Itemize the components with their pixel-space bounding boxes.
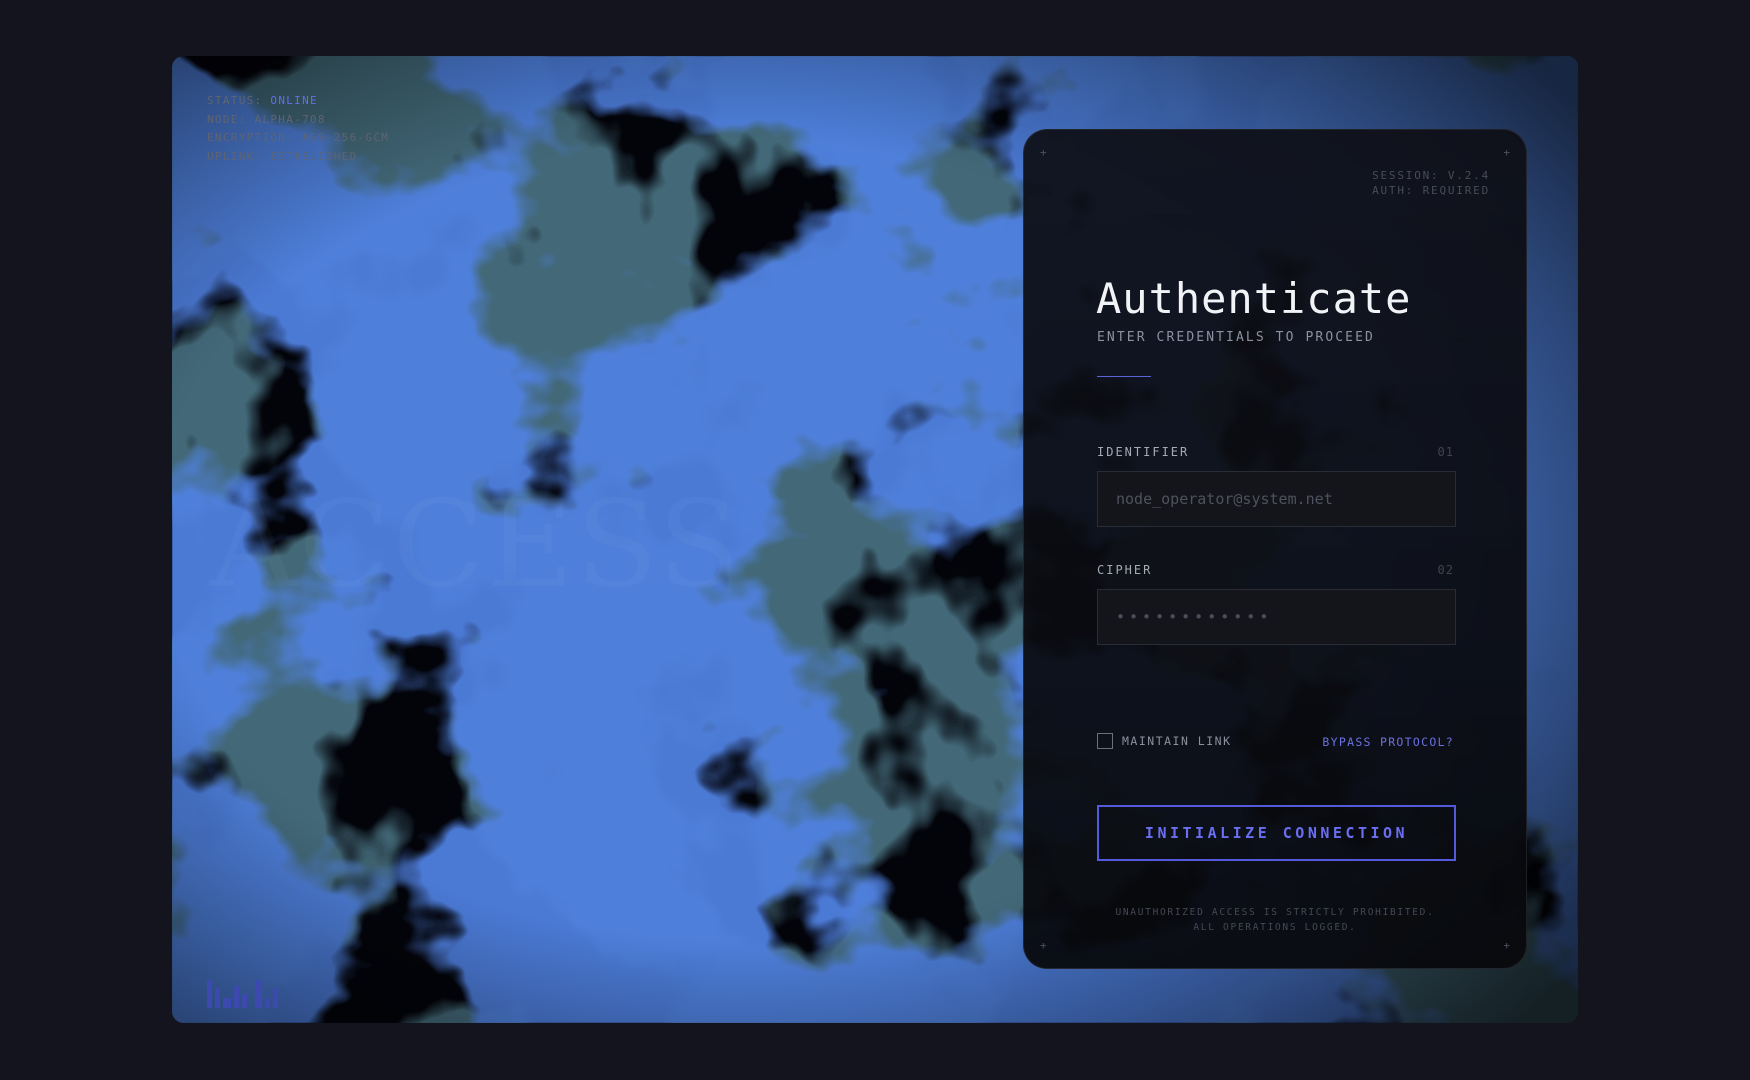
title-divider (1097, 376, 1151, 377)
app-frame: ACCESS STATUS: ONLINE NODE: ALPHA-708 EN… (172, 56, 1578, 1023)
encryption-line: ENCRYPTION: AES-256-GCM (207, 131, 390, 144)
identifier-label: IDENTIFIER (1097, 445, 1190, 459)
page-subtitle: ENTER CREDENTIALS TO PROCEED (1097, 330, 1375, 345)
maintain-link-checkbox[interactable] (1097, 733, 1113, 749)
auth-panel: + + + + SESSION: V.2.4 AUTH: REQUIRED Au… (1023, 129, 1527, 969)
cipher-label: CIPHER (1097, 563, 1153, 577)
system-status: STATUS: ONLINE NODE: ALPHA-708 ENCRYPTIO… (207, 92, 389, 166)
legal-notice-line: ALL OPERATIONS LOGGED. (1193, 922, 1357, 933)
session-info: SESSION: V.2.4 AUTH: REQUIRED (1372, 168, 1490, 198)
plus-corner-icon: + (1040, 146, 1047, 159)
identifier-input[interactable] (1097, 471, 1456, 527)
plus-corner-icon: + (1503, 146, 1510, 159)
plus-corner-icon: + (1503, 939, 1510, 952)
uplink-line: UPLINK: ESTABLISHED (207, 149, 358, 163)
plus-corner-icon: + (1040, 939, 1047, 952)
bypass-protocol-link[interactable]: BYPASS PROTOCOL? (1322, 735, 1454, 749)
node-line: NODE: ALPHA-708 (207, 112, 326, 126)
auth-requirement: AUTH: REQUIRED (1372, 184, 1490, 197)
initialize-connection-button[interactable]: INITIALIZE CONNECTION (1097, 805, 1456, 861)
identifier-number: 01 (1437, 445, 1454, 459)
status-online-value: ONLINE (270, 94, 318, 107)
status-line: STATUS: ONLINE (207, 92, 389, 111)
cipher-number: 02 (1437, 563, 1454, 577)
maintain-link-label: MAINTAIN LINK (1122, 734, 1232, 748)
session-version: SESSION: V.2.4 (1372, 169, 1490, 182)
cipher-input[interactable] (1097, 589, 1456, 645)
equalizer-bars-icon (207, 980, 287, 1008)
legal-notice: UNAUTHORIZED ACCESS IS STRICTLY PROHIBIT… (1024, 905, 1526, 935)
legal-notice-line: UNAUTHORIZED ACCESS IS STRICTLY PROHIBIT… (1115, 907, 1435, 918)
page-title: Authenticate (1096, 274, 1412, 323)
status-label: STATUS: (207, 94, 263, 107)
maintain-link-option[interactable]: MAINTAIN LINK (1097, 733, 1232, 749)
